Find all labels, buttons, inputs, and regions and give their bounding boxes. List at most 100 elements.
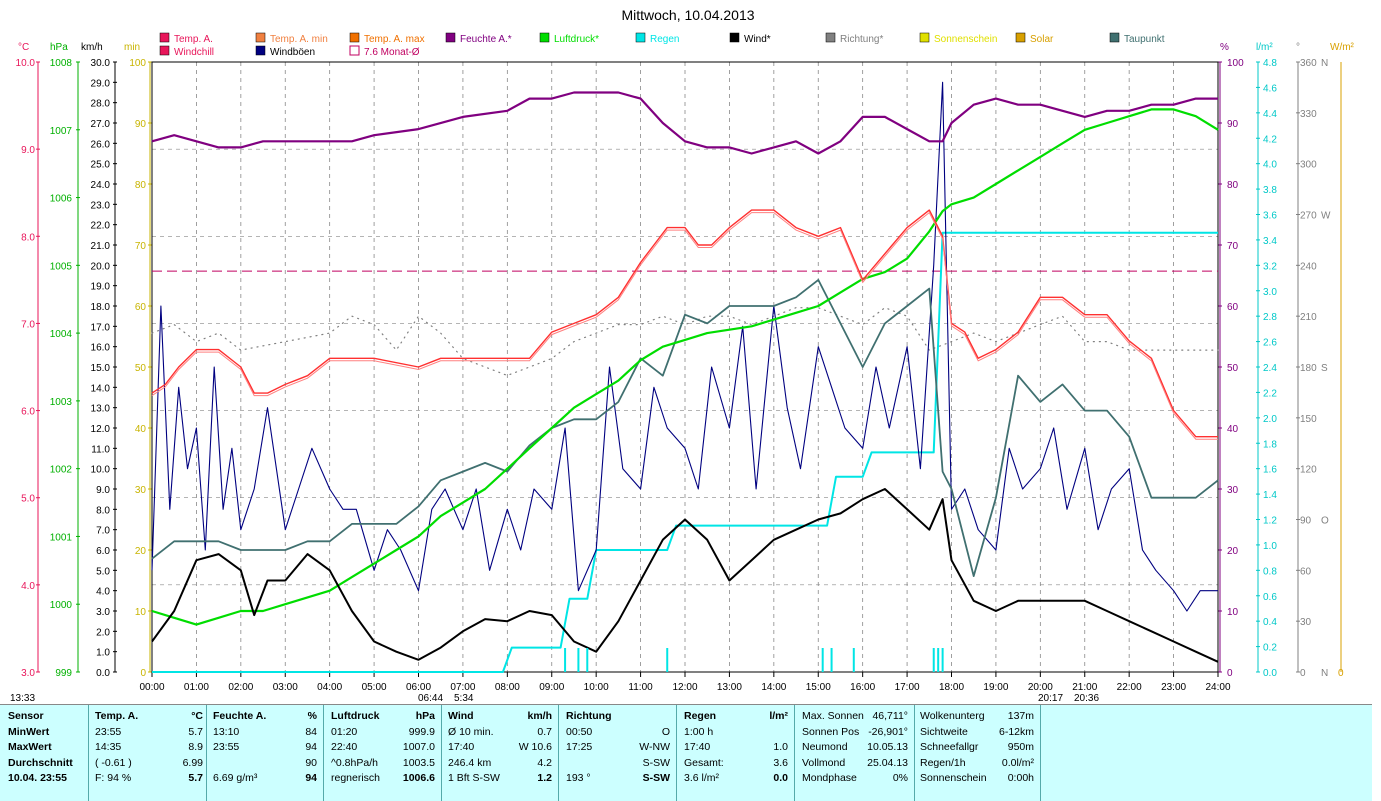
luftdruck-row-time: regnerisch	[331, 772, 381, 784]
temp-tick-label: 5.0	[21, 494, 35, 505]
col-wind: Wind km/h Ø 10 min. 0.7 17:40 W 10.6 246.4 …	[448, 709, 552, 787]
kmh-tick-label: 24.0	[91, 180, 111, 191]
kmh-tick-label: 17.0	[91, 322, 111, 333]
unit-kmh: km/h	[81, 42, 103, 53]
wolken-row-label: Schneefallgr	[920, 741, 979, 753]
wolken-row: Schneefallgr 950m	[920, 740, 1034, 756]
pct-tick-label: 40	[1227, 424, 1239, 435]
legend-label: Sonnenschein	[934, 34, 997, 45]
legend-label: Temp. A. min	[270, 34, 328, 45]
pct-tick-label: 80	[1227, 180, 1239, 191]
hpa-tick-label: 1002	[50, 465, 73, 476]
wolken-row-label: Wolkenunterg	[920, 710, 985, 722]
temp-row: ( -0.61 ) 6.99	[95, 756, 203, 772]
luftdruck-head-label: Luftdruck	[331, 710, 380, 722]
temp-head-label: Temp. A.	[95, 710, 139, 722]
richtung-row: 17:25 W-NW	[566, 740, 670, 756]
wolken-row-value: 137m	[1007, 710, 1034, 722]
kmh-tick-label: 11.0	[91, 444, 110, 455]
kmh-tick-label: 16.0	[91, 343, 111, 354]
min-tick-label: 80	[135, 180, 147, 191]
regen-unit: l/m²	[769, 710, 788, 722]
regen-row-time: 3.6 l/m²	[684, 772, 720, 784]
sonne-row-value: 25.04.13	[867, 756, 908, 769]
richtung-row: 00:50 O	[566, 725, 670, 741]
x-tick-label: 00:00	[139, 682, 164, 693]
sonne-row-label: Sonnen Pos	[802, 725, 860, 738]
min-tick-label: 70	[135, 241, 147, 252]
x-tick-label: 15:00	[806, 682, 831, 693]
lm2-tick-label: 2.4	[1263, 363, 1277, 374]
pct-tick-label: 0	[1227, 668, 1233, 679]
deg-tick-label: 180	[1300, 363, 1317, 374]
wind-row: 246.4 km 4.2	[448, 756, 552, 772]
richtung-row-time: 17:25	[566, 741, 593, 753]
min-tick-label: 0	[140, 668, 146, 679]
legend-swatch	[539, 32, 550, 43]
legend-swatch	[1109, 32, 1120, 43]
sensor-head: Sensor	[8, 710, 44, 722]
deg-tick-label: 60	[1300, 566, 1312, 577]
x-tick-label: 12:00	[672, 682, 697, 693]
luftdruck-row: ^0.8hPa/h 1003.5	[331, 756, 435, 772]
unit-wm2: W/m²	[1330, 42, 1355, 53]
kmh-tick-label: 1.0	[96, 648, 110, 659]
sunset-time: 20:17	[1038, 693, 1063, 704]
kmh-tick-label: 8.0	[96, 505, 110, 516]
wind-head: Wind km/h	[448, 709, 552, 725]
sonne-row-value: 0%	[892, 772, 908, 784]
regen-row: 17:40 1.0	[684, 740, 788, 756]
temp-row-time: 14:35	[95, 741, 122, 753]
x-tick-label: 17:00	[895, 682, 920, 693]
sensor-row: Durchschnitt	[8, 756, 73, 769]
lm2-tick-label: 1.8	[1263, 439, 1277, 450]
lm2-tick-label: 0.6	[1263, 592, 1277, 603]
weather-chart: Mittwoch, 10.04.2013 Temp. A. Temp. A. mi…	[0, 0, 1372, 704]
kmh-tick-label: 7.0	[96, 526, 110, 537]
temp-tick-label: 3.0	[21, 668, 35, 679]
lm2-tick-label: 4.8	[1263, 58, 1277, 69]
temp-row: F: 94 % 5.7	[95, 771, 203, 787]
sonne-row: Mondphase 0%	[802, 771, 908, 787]
lm2-tick-label: 2.2	[1263, 388, 1277, 399]
deg-tick-label: 210	[1300, 312, 1317, 323]
temp-unit: °C	[191, 710, 203, 722]
left-time: 13:33	[10, 693, 35, 704]
x-tick-label: 06:00	[406, 682, 431, 693]
col-richtung: Richtung 00:50 O 17:25 W-NW S-SW 193 ° S-SW	[566, 709, 670, 787]
pct-tick-label: 70	[1227, 241, 1239, 252]
direction-label: N	[1321, 668, 1328, 679]
unit-pct: %	[1220, 42, 1229, 53]
richtung-row-value: S-SW	[642, 756, 670, 769]
kmh-tick-label: 25.0	[91, 160, 111, 171]
wolken-row-value: 0:00h	[1007, 772, 1034, 784]
temp-row-value: 5.7	[188, 772, 203, 784]
lm2-tick-label: 0.8	[1263, 566, 1277, 577]
col-wolken: Wolkenunterg 137m Sichtweite 6-12km Schnee…	[920, 709, 1034, 787]
pct-tick-label: 90	[1227, 119, 1239, 130]
kmh-tick-label: 13.0	[91, 404, 111, 415]
unit-temp: °C	[18, 42, 29, 53]
luftdruck-row-value: 1007.0	[402, 741, 435, 753]
legend-swatch	[445, 32, 456, 43]
x-tick-label: 04:00	[317, 682, 342, 693]
unit-min: min	[124, 42, 140, 53]
sonne-row-label: Mondphase	[802, 772, 857, 784]
feuchte-row: 13:10 84	[213, 725, 317, 741]
feuchte-row: 23:55 94	[213, 740, 317, 756]
deg-tick-label: 360	[1300, 58, 1317, 69]
unit-lm2: l/m²	[1256, 42, 1273, 53]
sonne-row: Neumond 10.05.13	[802, 740, 908, 756]
hpa-tick-label: 1003	[50, 397, 73, 408]
hpa-tick-label: 999	[55, 668, 72, 679]
temp-row-time: ( -0.61 )	[95, 756, 132, 769]
regen-row-value: 0.0	[773, 772, 788, 784]
legend-swatch	[349, 32, 360, 43]
luftdruck-row: 22:40 1007.0	[331, 740, 435, 756]
col-regen: Regen l/m² 1:00 h 17:40 1.0 Gesamt: 3.6 3.6…	[684, 709, 788, 787]
sensor-row: 10.04. 23:55	[8, 772, 67, 784]
hpa-tick-label: 1005	[50, 261, 73, 272]
lm2-tick-label: 2.0	[1263, 414, 1277, 425]
feuchte-row-time: 13:10	[213, 725, 240, 738]
legend-swatch	[255, 45, 266, 56]
